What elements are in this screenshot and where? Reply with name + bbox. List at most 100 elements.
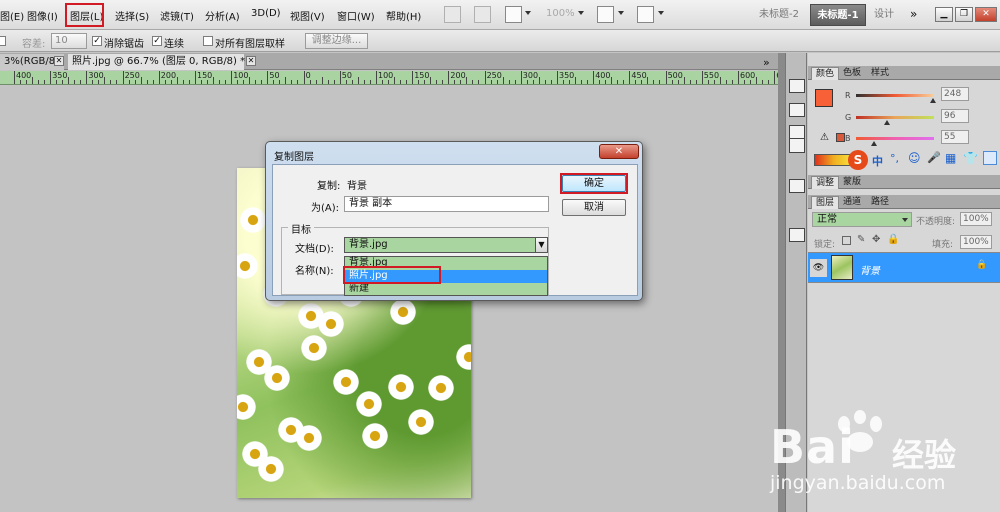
ime-punctuation-icon[interactable]: °, [890,152,899,165]
doc-tab-2[interactable]: 照片.jpg @ 66.7% (图层 0, RGB/8) * [68,54,245,70]
histogram-icon[interactable] [789,179,805,193]
blue-value[interactable]: 55 [941,130,969,144]
screen-mode-icon[interactable] [637,6,654,23]
zoom-level[interactable]: 100% [546,8,575,19]
lock-all-icon[interactable]: 🔒 [887,234,899,245]
green-slider[interactable] [856,116,934,119]
bridge-icon[interactable] [444,6,461,23]
history-icon[interactable] [789,79,805,93]
tool-preset-icon[interactable] [0,36,6,46]
expand-workspaces-icon[interactable]: » [910,7,917,21]
ruler-tick [587,80,588,84]
horizontal-ruler: 400 350 300 250 200 150 100 50 0 50 100 150 200 250 30… [0,71,778,85]
green-value[interactable]: 96 [941,109,969,123]
eye-icon[interactable]: 👁 [810,259,827,277]
ruler-tick [738,71,739,84]
red-slider-thumb[interactable] [930,98,936,103]
ime-sogou-icon[interactable]: S [848,150,868,170]
cancel-button[interactable]: 取消 [562,199,626,216]
layer-name-input[interactable]: 背景 副本 [344,196,549,212]
blue-slider[interactable] [856,137,934,140]
red-value[interactable]: 248 [941,87,969,101]
brush-icon[interactable] [789,125,805,139]
ime-keyboard-icon[interactable]: ▦ [945,151,956,165]
chevron-down-icon[interactable] [525,11,531,15]
stamp-icon[interactable] [789,228,805,242]
chevron-down-icon[interactable]: ▼ [535,237,548,253]
actions-play-icon[interactable] [789,103,805,117]
contiguous-checkbox[interactable]: ✓ [152,36,162,46]
ime-chinese-mode-icon[interactable]: 中 [872,153,883,169]
refine-edge-button[interactable]: 调整边缘... [305,33,368,49]
menu-edit[interactable]: 图(E) [0,8,24,23]
menu-filter[interactable]: 滤镜(T) [160,8,194,23]
tab-styles[interactable]: 样式 [867,67,893,80]
tab-channels[interactable]: 通道 [839,196,865,209]
chevron-down-icon[interactable] [902,218,908,222]
close-icon[interactable]: ✕ [975,7,997,22]
dialog-close-button[interactable]: ✕ [599,144,639,159]
tab-paths[interactable]: 路径 [867,196,893,209]
menu-help[interactable]: 帮助(H) [386,8,421,23]
workspace-tab-untitled-2[interactable]: 未标题-2 [750,4,808,26]
ruler-tick [44,80,45,84]
brush-presets-icon[interactable] [789,139,805,153]
red-slider[interactable] [856,94,934,97]
workspace-tab-design[interactable]: 设计 [868,4,900,26]
layer-name[interactable]: 背景 [860,262,880,277]
ruler-tick [388,80,389,84]
ruler-tick [231,71,233,84]
antialias-checkbox[interactable]: ✓ [92,36,102,46]
mini-bridge-icon[interactable] [474,6,491,23]
minimize-icon[interactable]: ▁ [935,7,953,22]
arrange-documents-icon[interactable] [597,6,614,23]
fill-input[interactable]: 100% [960,235,992,249]
option-new[interactable]: 新建 [345,283,547,296]
close-icon[interactable]: ✕ [246,56,256,66]
lock-pixels-icon[interactable]: ✎ [857,234,865,245]
tolerance-input[interactable]: 10 [51,33,87,49]
sample-all-layers-checkbox[interactable] [203,36,213,46]
blue-slider-thumb[interactable] [871,141,877,146]
tab-swatches[interactable]: 色板 [839,67,865,80]
layer-row-background[interactable]: 👁 背景 🔒 [808,252,1000,283]
menu-3d[interactable]: 3D(D) [251,8,281,19]
ime-toolbox-icon[interactable] [983,151,997,165]
ime-skin-icon[interactable]: 👕 [963,151,978,165]
lock-transparency-icon[interactable] [842,236,851,245]
menu-view[interactable]: 视图(V) [290,8,325,23]
menu-select[interactable]: 选择(S) [115,8,149,23]
layer-lock-icon: 🔒 [976,260,988,270]
gamut-warning-icon[interactable]: ⚠ [820,132,829,143]
lock-position-icon[interactable]: ✥ [872,234,880,245]
view-extras-icon[interactable] [505,6,522,23]
close-icon[interactable]: ✕ [54,56,64,66]
tab-adjustments[interactable]: 调整 [811,176,840,189]
restore-icon[interactable]: ❐ [955,7,973,22]
workspace-tab-untitled-1[interactable]: 未标题-1 [810,4,866,26]
document-select[interactable]: 背景.jpg [344,237,539,253]
ruler-number: 400 [16,71,32,80]
ruler-tick [382,80,383,84]
blend-mode-select[interactable]: 正常 [812,212,912,227]
ruler-tick [351,80,353,84]
green-slider-thumb[interactable] [884,120,890,125]
as-label: 为(A): [311,203,340,214]
tab-layers[interactable]: 图层 [811,196,840,209]
ruler-tick [327,80,329,84]
opacity-input[interactable]: 100% [960,212,992,226]
tab-color[interactable]: 颜色 [811,67,840,80]
gamut-swatch[interactable] [836,133,845,142]
menu-analysis[interactable]: 分析(A) [205,8,240,23]
tab-masks[interactable]: 蒙版 [839,176,865,189]
ime-voice-icon[interactable]: 🎤 [927,151,941,164]
chevron-down-icon[interactable] [618,11,624,15]
more-tabs-icon[interactable]: » [763,55,770,71]
chevron-down-icon[interactable] [658,11,664,15]
foreground-color-swatch[interactable] [815,89,833,107]
ime-emoji-icon[interactable]: ☺ [908,151,921,165]
menu-image[interactable]: 图像(I) [27,8,58,23]
ruler-tick [611,77,613,84]
menu-window[interactable]: 窗口(W) [337,8,375,23]
chevron-down-icon[interactable] [578,11,584,15]
